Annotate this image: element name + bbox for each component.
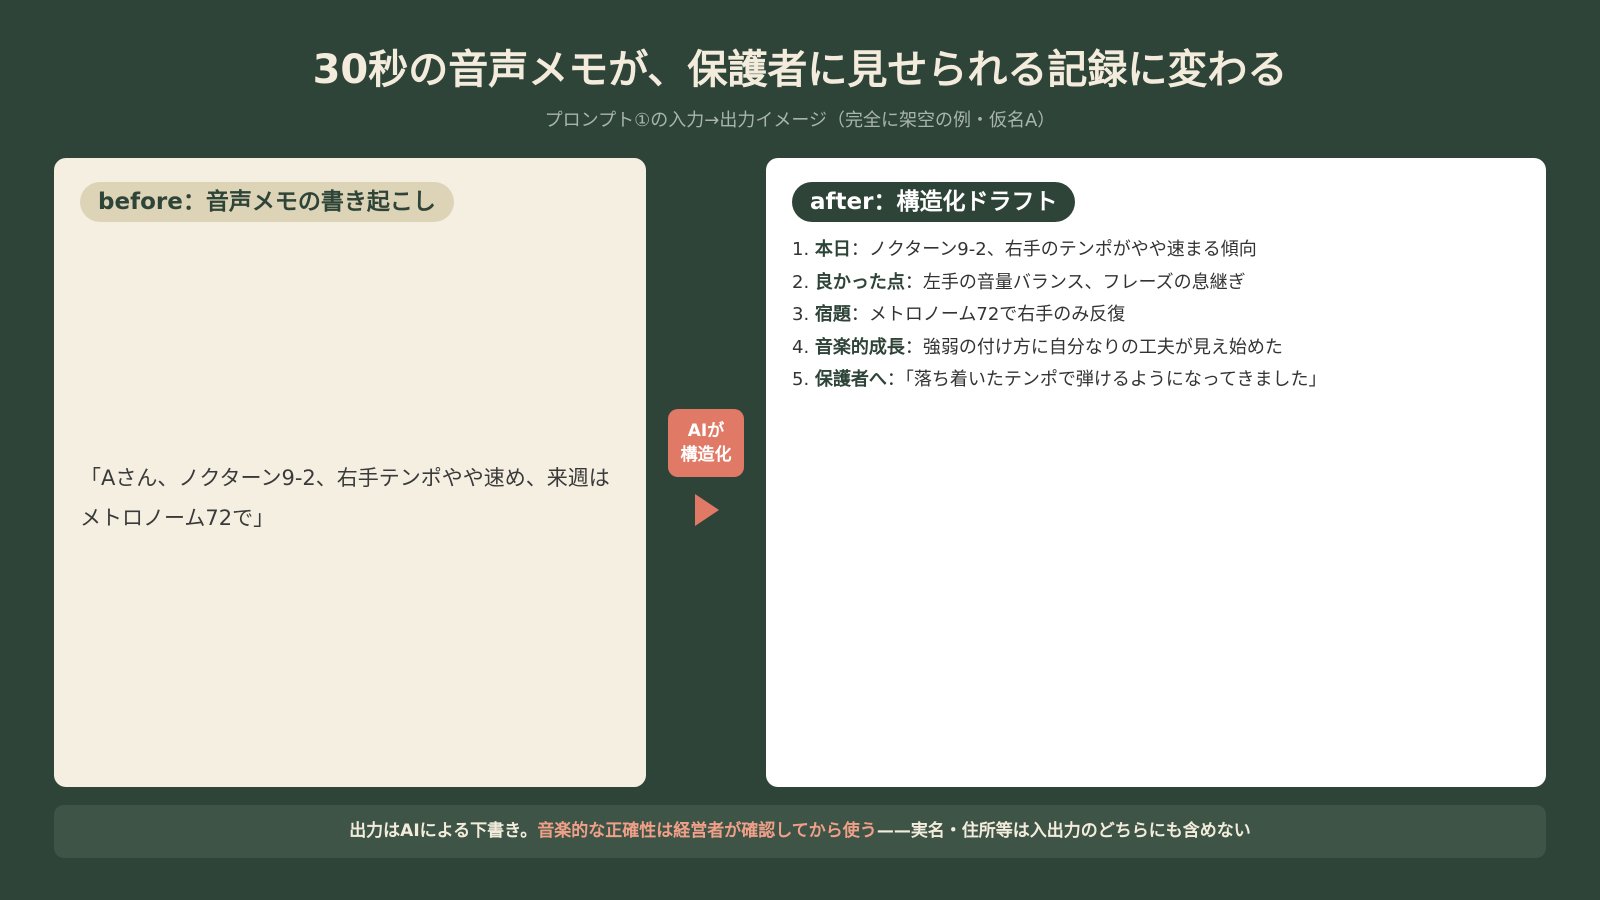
draft-list-item: 5. 保護者へ：「落ち着いたテンポで弾けるようになってきました」	[792, 364, 1522, 397]
before-transcript-text: 「Aさん、ノクターン9-2、右手テンポやや速め、来週はメトロノーム72で」	[80, 466, 610, 530]
item-number: 3.	[792, 304, 810, 325]
item-key: 本日	[814, 239, 851, 260]
item-number: 2.	[792, 271, 810, 293]
ai-badge-line2: 構造化	[680, 445, 732, 465]
item-key: 良かった点	[814, 271, 905, 293]
item-number: 4.	[792, 336, 810, 358]
draft-list-item: 3. 宿題：メトロノーム72で右手のみ反復	[792, 299, 1522, 332]
footer-note: 出力はAIによる下書き。音楽的な正確性は経営者が確認してから使う——実名・住所等…	[54, 805, 1546, 858]
item-value: ：「落ち着いたテンポで弾けるようになってきました」	[886, 369, 1327, 390]
footer-highlight: 音楽的な正確性は経営者が確認してから使う	[537, 821, 877, 841]
item-value: ：ノクターン9-2、右手のテンポがやや速まる傾向	[850, 239, 1257, 260]
item-key: 宿題	[814, 304, 851, 325]
item-value: ：強弱の付け方に自分なりの工夫が見え始めた	[904, 336, 1283, 358]
before-panel: before：音声メモの書き起こし 「Aさん、ノクターン9-2、右手テンポやや速…	[54, 158, 646, 787]
item-key: 保護者へ	[814, 369, 887, 390]
page-title: 30秒の音声メモが、保護者に見せられる記録に変わる	[312, 47, 1288, 93]
draft-list-item: 4. 音楽的成長：強弱の付け方に自分なりの工夫が見え始めた	[792, 332, 1522, 365]
draft-list-item: 2. 良かった点：左手の音量バランス、フレーズの息継ぎ	[792, 267, 1522, 300]
draft-list: 1. 本日：ノクターン9-2、右手のテンポがやや速まる傾向 2. 良かった点：左…	[792, 234, 1522, 397]
ai-structuring-badge: AIが 構造化	[668, 409, 744, 477]
ai-badge-line1: AIが	[687, 421, 725, 441]
draft-list-item: 1. 本日：ノクターン9-2、右手のテンポがやや速まる傾向	[792, 234, 1522, 267]
before-label: before：音声メモの書き起こし	[80, 182, 454, 222]
item-number: 1.	[792, 239, 810, 260]
after-panel: after：構造化ドラフト 1. 本日：ノクターン9-2、右手のテンポがやや速ま…	[766, 158, 1546, 787]
item-key: 音楽的成長	[814, 336, 905, 358]
footer-text-part1: 出力はAIによる下書き。	[349, 821, 538, 841]
item-value: ：左手の音量バランス、フレーズの息継ぎ	[904, 271, 1246, 293]
play-arrow-icon	[695, 494, 719, 526]
item-number: 5.	[792, 369, 810, 390]
page-subtitle: プロンプト①の入力→出力イメージ（完全に架空の例・仮名A）	[544, 110, 1056, 131]
footer-text-part2: ——実名・住所等は入出力のどちらにも含めない	[876, 821, 1251, 841]
item-value: ：メトロノーム72で右手のみ反復	[850, 304, 1126, 325]
after-label: after：構造化ドラフト	[792, 182, 1076, 222]
